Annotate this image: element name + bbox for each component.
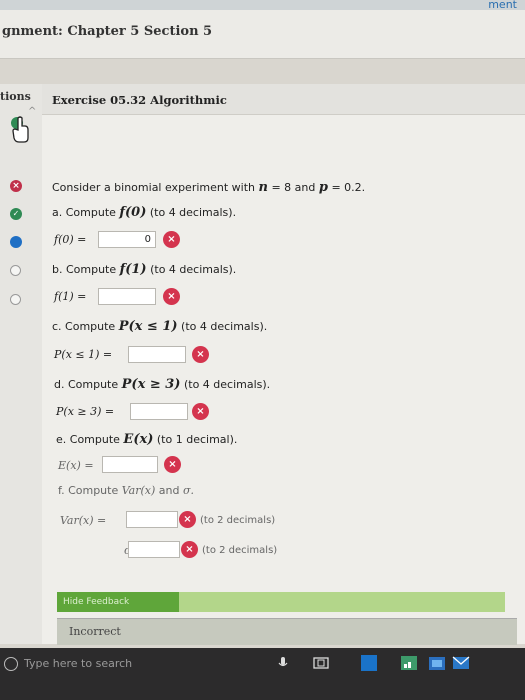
p-symbol: p xyxy=(318,180,328,195)
microphone-icon[interactable] xyxy=(274,654,292,672)
part-c-func: P(x ≤ 1) xyxy=(118,319,178,334)
part-b-label: b. Compute xyxy=(52,263,117,276)
part-d-input[interactable] xyxy=(130,403,188,420)
part-c-incorrect-icon: × xyxy=(192,346,209,363)
part-f-func: Var(x) xyxy=(121,484,156,497)
part-c-label: c. Compute xyxy=(52,320,116,333)
question-4-unanswered-icon[interactable] xyxy=(10,265,21,276)
sigma-input[interactable] xyxy=(128,541,180,558)
part-e-incorrect-icon: × xyxy=(164,456,181,473)
var-answer-label: Var(x) = xyxy=(60,514,107,527)
part-f-and: and xyxy=(158,484,180,497)
feedback-bar: Hide Feedback xyxy=(57,592,505,612)
result-bar: Incorrect xyxy=(57,618,517,645)
part-e-answer-label: E(x) = xyxy=(58,459,94,472)
part-b-note: (to 4 decimals). xyxy=(150,263,237,276)
var-note: (to 2 decimals) xyxy=(200,515,276,526)
part-d-label: d. Compute xyxy=(54,378,119,391)
part-e-note: (to 1 decimal). xyxy=(156,433,238,446)
var-incorrect-icon: × xyxy=(179,511,196,528)
var-input[interactable] xyxy=(126,511,178,528)
question-3-current-icon[interactable] xyxy=(10,236,22,248)
part-b-answer-label: f(1) = xyxy=(54,290,87,303)
browser-icon[interactable] xyxy=(360,654,378,672)
question-2-correct-icon[interactable]: ✓ xyxy=(10,208,22,220)
part-c-input[interactable] xyxy=(128,346,186,363)
part-d-prompt: d. Compute P(x ≥ 3) (to 4 decimals). xyxy=(54,377,270,392)
page-title: gnment: Chapter 5 Section 5 xyxy=(2,24,213,39)
task-view-icon[interactable] xyxy=(312,654,330,672)
assignment-header: gnment: Chapter 5 Section 5 xyxy=(0,10,525,59)
store-icon[interactable] xyxy=(428,654,446,672)
part-a-answer-label: f(0) = xyxy=(54,233,87,246)
n-symbol: n xyxy=(258,180,268,195)
taskbar-search-input[interactable]: Type here to search xyxy=(24,657,132,670)
search-circle-icon[interactable] xyxy=(4,657,18,671)
part-d-answer-label: P(x ≥ 3) = xyxy=(56,405,115,418)
part-e-prompt: e. Compute E(x) (to 1 decimal). xyxy=(56,432,237,447)
question-5-unanswered-icon[interactable] xyxy=(10,294,21,305)
part-b-func: f(1) xyxy=(119,262,147,277)
part-d-func: P(x ≥ 3) xyxy=(121,377,181,392)
n-value: = 8 xyxy=(271,181,292,194)
part-a-incorrect-icon: × xyxy=(163,231,180,248)
part-d-incorrect-icon: × xyxy=(192,403,209,420)
part-a-input[interactable]: 0 xyxy=(98,231,156,248)
exercise-panel: Exercise 05.32 Algorithmic Consider a bi… xyxy=(42,84,525,645)
part-f-prompt: f. Compute Var(x) and σ. xyxy=(58,484,194,497)
part-b-incorrect-icon: × xyxy=(163,288,180,305)
part-a-note: (to 4 decimals). xyxy=(149,206,237,219)
part-a-prompt: a. Compute f(0) (to 4 decimals). xyxy=(52,205,236,220)
part-e-func: E(x) xyxy=(123,432,154,447)
result-status: Incorrect xyxy=(69,625,121,638)
part-b-input[interactable] xyxy=(98,288,156,305)
part-f-sigma: σ. xyxy=(182,484,194,497)
part-c-note: (to 4 decimals). xyxy=(181,320,268,333)
sigma-note: (to 2 decimals) xyxy=(202,545,278,556)
part-a-label: a. Compute xyxy=(52,206,116,219)
part-d-note: (to 4 decimals). xyxy=(183,378,271,391)
question-1-incorrect-icon[interactable]: × xyxy=(10,180,22,192)
hide-feedback-button[interactable]: Hide Feedback xyxy=(57,592,179,612)
part-e-label: e. Compute xyxy=(56,433,120,446)
sigma-incorrect-icon: × xyxy=(181,541,198,558)
part-c-answer-label: P(x ≤ 1) = xyxy=(54,348,113,361)
questions-tab[interactable]: tions xyxy=(0,90,31,103)
question-sidebar: tions ^ × ✓ xyxy=(0,84,43,644)
top-strip: ment xyxy=(0,0,525,11)
part-e-input[interactable] xyxy=(102,456,158,473)
intro-text: Consider a binomial experiment with xyxy=(52,181,255,194)
problem-statement: Consider a binomial experiment with n = … xyxy=(52,180,365,195)
hand-cursor-icon xyxy=(11,116,29,143)
part-f-label: f. Compute xyxy=(58,484,119,497)
mail-icon[interactable] xyxy=(452,654,470,672)
and-text: and xyxy=(294,181,316,194)
taskbar: Type here to search xyxy=(0,648,525,700)
exercise-title: Exercise 05.32 Algorithmic xyxy=(52,93,227,107)
p-value: = 0.2. xyxy=(331,181,366,194)
exercise-title-bar: Exercise 05.32 Algorithmic xyxy=(42,84,525,115)
app-icon[interactable] xyxy=(400,654,418,672)
part-a-func: f(0) xyxy=(119,205,147,220)
part-b-prompt: b. Compute f(1) (to 4 decimals). xyxy=(52,262,236,277)
part-c-prompt: c. Compute P(x ≤ 1) (to 4 decimals). xyxy=(52,319,267,334)
